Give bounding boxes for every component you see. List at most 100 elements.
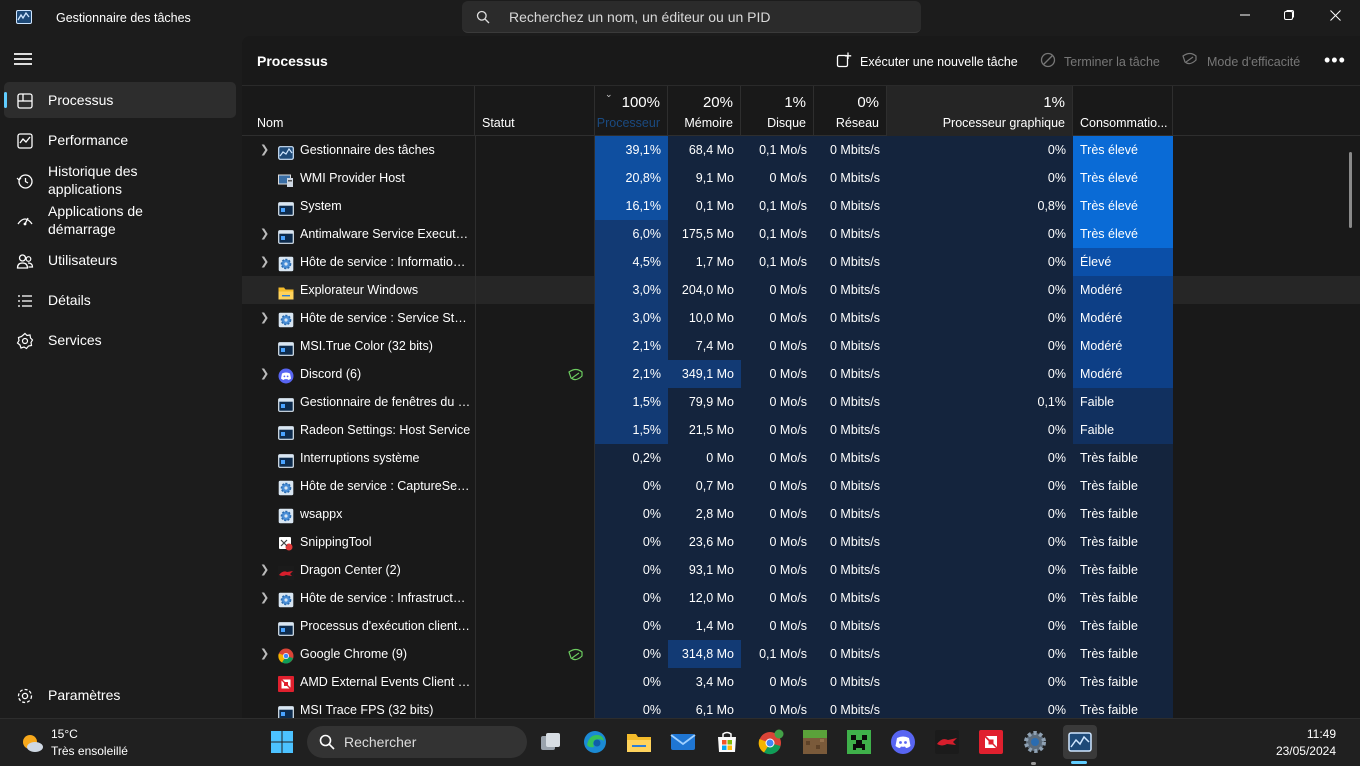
hamburger-menu-icon[interactable] <box>14 52 32 66</box>
minimize-button[interactable] <box>1222 0 1268 30</box>
end-task-button[interactable]: Terminer la tâche <box>1040 52 1160 71</box>
cpu-cell: 0% <box>595 640 668 668</box>
process-name-cell: ❯ Antimalware Service Executable <box>242 220 475 248</box>
column-header-name[interactable]: Nom <box>242 86 475 136</box>
column-header-power[interactable]: Consommatio... <box>1073 86 1173 136</box>
creeper-icon[interactable] <box>845 728 873 756</box>
process-name: Google Chrome (9) <box>300 647 407 661</box>
table-row[interactable]: Gestionnaire de fenêtres du B... 1,5% 79,9… <box>242 388 1360 416</box>
settings-icon[interactable] <box>1021 728 1049 756</box>
window-process-icon <box>278 198 294 216</box>
sidebar-item-services[interactable]: Services <box>4 322 236 358</box>
expand-chevron-icon[interactable]: ❯ <box>260 220 269 248</box>
sidebar-item-users[interactable]: Utilisateurs <box>4 242 236 278</box>
memory-cell: 349,1 Mo <box>668 360 741 388</box>
table-row[interactable]: MSI.True Color (32 bits) 2,1% 7,4 Mo 0 Mo/s… <box>242 332 1360 360</box>
mail-icon[interactable] <box>669 728 697 756</box>
services-icon <box>16 332 34 350</box>
clock-time[interactable]: 11:49 <box>1307 727 1336 741</box>
disk-cell: 0 Mo/s <box>741 388 814 416</box>
table-row[interactable]: ❯ Dragon Center (2) 0% 93,1 Mo 0 Mo/s 0 Mbits… <box>242 556 1360 584</box>
table-row[interactable]: WMI Provider Host 20,8% 9,1 Mo 0 Mo/s 0 Mbit… <box>242 164 1360 192</box>
sidebar-item-startup[interactable]: Applications de démarrage <box>4 202 236 238</box>
process-name-cell: ❯ Discord (6) <box>242 360 475 388</box>
efficiency-mode-button[interactable]: Mode d'efficacité <box>1181 52 1300 71</box>
network-cell: 0 Mbits/s <box>814 556 887 584</box>
table-row[interactable]: ❯ Discord (6) 2,1% 349,1 Mo 0 Mo/s 0 Mbits/s 0… <box>242 360 1360 388</box>
table-row[interactable]: ❯ Gestionnaire des tâches 39,1% 68,4 Mo 0,1 … <box>242 136 1360 164</box>
table-row[interactable]: ❯ Hôte de service : Infrastructur... 0% 12,… <box>242 584 1360 612</box>
network-cell: 0 Mbits/s <box>814 528 887 556</box>
process-name-cell: Explorateur Windows <box>242 276 475 304</box>
task-manager-taskbar-icon[interactable] <box>1063 725 1097 759</box>
dragon-center-icon[interactable] <box>933 728 961 756</box>
discord-icon[interactable] <box>889 728 917 756</box>
sidebar-item-performance[interactable]: Performance <box>4 122 236 158</box>
expand-chevron-icon[interactable]: ❯ <box>260 136 269 164</box>
column-header-memory[interactable]: 20% Mémoire <box>668 86 741 136</box>
app-title: Gestionnaire des tâches <box>56 11 191 25</box>
minecraft-icon[interactable] <box>801 728 829 756</box>
column-label: Processeur graphique <box>942 116 1065 130</box>
sidebar-item-processus[interactable]: Processus <box>4 82 236 118</box>
weather-sun-cloud-icon[interactable] <box>20 732 43 754</box>
table-row[interactable]: SnippingTool 0% 23,6 Mo 0 Mo/s 0 Mbits/s 0% Tr… <box>242 528 1360 556</box>
edge-icon[interactable] <box>581 728 609 756</box>
more-options-button[interactable]: ••• <box>1324 50 1346 71</box>
vertical-scrollbar[interactable] <box>1349 152 1352 228</box>
search-input[interactable]: Recherchez un nom, un éditeur ou un PID <box>462 1 921 33</box>
task-view-icon[interactable] <box>537 728 565 756</box>
column-header-network[interactable]: 0% Réseau <box>814 86 887 136</box>
column-header-disk[interactable]: 1% Disque <box>741 86 814 136</box>
weather-temperature[interactable]: 15°C <box>51 727 78 741</box>
table-row[interactable]: ❯ Google Chrome (9) 0% 314,8 Mo 0,1 Mo/s 0 Mb… <box>242 640 1360 668</box>
expand-chevron-icon[interactable]: ❯ <box>260 584 269 612</box>
efficiency-mode-label: Mode d'efficacité <box>1207 54 1301 69</box>
run-new-task-button[interactable]: Exécuter une nouvelle tâche <box>836 52 1018 71</box>
start-button[interactable] <box>268 728 296 756</box>
expand-chevron-icon[interactable]: ❯ <box>260 248 269 276</box>
table-row[interactable]: System 16,1% 0,1 Mo 0,1 Mo/s 0 Mbits/s 0,8% Tr… <box>242 192 1360 220</box>
process-name-cell: ❯ Gestionnaire des tâches <box>242 136 475 164</box>
chrome-icon[interactable] <box>757 728 785 756</box>
process-name: SnippingTool <box>300 535 372 549</box>
table-row[interactable]: Explorateur Windows 3,0% 204,0 Mo 0 Mo/s 0 M… <box>242 276 1360 304</box>
title-bar: Gestionnaire des tâches Recherchez un no… <box>0 0 1360 36</box>
process-name-cell: ❯ Hôte de service : Infrastructur... <box>242 584 475 612</box>
cpu-cell: 2,1% <box>595 332 668 360</box>
table-row[interactable]: MSI Trace FPS (32 bits) 0% 6,1 Mo 0 Mo/s 0 M… <box>242 696 1360 718</box>
expand-chevron-icon[interactable]: ❯ <box>260 304 269 332</box>
column-header-status[interactable]: Statut <box>475 86 595 136</box>
sidebar: Processus Performance Historique des app… <box>0 36 242 718</box>
window-process-icon <box>278 702 294 718</box>
clock-date[interactable]: 23/05/2024 <box>1276 744 1336 758</box>
expand-chevron-icon[interactable]: ❯ <box>260 360 269 388</box>
column-header-cpu[interactable]: ⌄ 100% Processeur <box>595 86 668 136</box>
sidebar-item-settings[interactable]: Paramètres <box>4 677 236 713</box>
sidebar-item-details[interactable]: Détails <box>4 282 236 318</box>
process-status-cell <box>475 248 595 276</box>
power-usage-cell: Modéré <box>1073 332 1173 360</box>
table-row[interactable]: Processus d'exécution client-s... 0% 1,4 M… <box>242 612 1360 640</box>
table-row[interactable]: wsappx 0% 2,8 Mo 0 Mo/s 0 Mbits/s 0% Très faib… <box>242 500 1360 528</box>
process-name-cell: SnippingTool <box>242 528 475 556</box>
file-explorer-icon[interactable] <box>625 728 653 756</box>
table-row[interactable]: ❯ Antimalware Service Executable 6,0% 175,5… <box>242 220 1360 248</box>
table-row[interactable]: ❯ Hôte de service : Informations... 4,5% 1,… <box>242 248 1360 276</box>
weather-description[interactable]: Très ensoleillé <box>51 744 128 758</box>
expand-chevron-icon[interactable]: ❯ <box>260 640 269 668</box>
store-icon[interactable] <box>713 728 741 756</box>
power-usage-cell: Très faible <box>1073 640 1173 668</box>
expand-chevron-icon[interactable]: ❯ <box>260 556 269 584</box>
column-header-gpu[interactable]: 1% Processeur graphique <box>887 86 1073 136</box>
table-row[interactable]: AMD External Events Client M... 0% 3,4 Mo 0… <box>242 668 1360 696</box>
taskbar-search[interactable]: Rechercher <box>307 726 527 758</box>
amd-icon[interactable] <box>977 728 1005 756</box>
table-row[interactable]: Radeon Settings: Host Service 1,5% 21,5 Mo… <box>242 416 1360 444</box>
close-button[interactable] <box>1312 0 1358 30</box>
table-row[interactable]: Interruptions système 0,2% 0 Mo 0 Mo/s 0 Mbi… <box>242 444 1360 472</box>
table-row[interactable]: ❯ Hôte de service : Service State ... 3,0%… <box>242 304 1360 332</box>
sidebar-item-history[interactable]: Historique des applications <box>4 162 236 198</box>
maximize-button[interactable] <box>1266 0 1312 30</box>
table-row[interactable]: Hôte de service : CaptureServi... 0% 0,7 M… <box>242 472 1360 500</box>
